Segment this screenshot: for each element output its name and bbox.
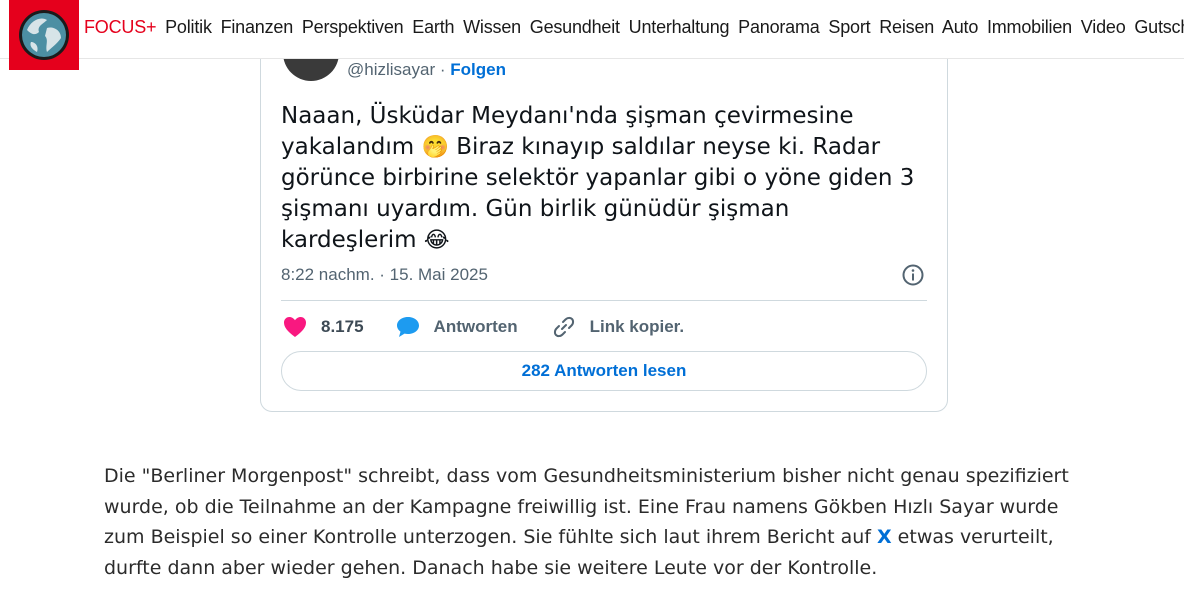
follow-link[interactable]: Folgen bbox=[450, 60, 506, 79]
info-icon[interactable] bbox=[901, 263, 925, 287]
nav-item-reisen[interactable]: Reisen bbox=[879, 17, 934, 37]
tweet-divider bbox=[281, 300, 927, 301]
copy-link-label: Link kopier. bbox=[589, 317, 685, 336]
reply-button[interactable]: Antworten bbox=[396, 316, 518, 338]
tweet-author-row: @hizlisayar · Folgen bbox=[347, 60, 506, 80]
nav-item-finanzen[interactable]: Finanzen bbox=[221, 17, 294, 37]
nav-item-gesundheit[interactable]: Gesundheit bbox=[530, 17, 620, 37]
nav-item-politik[interactable]: Politik bbox=[165, 17, 212, 37]
tweet-timestamp[interactable]: 8:22 nachm. · 15. Mai 2025 bbox=[281, 265, 488, 285]
nav-item-gutscheine[interactable]: Gutscheine bbox=[1134, 17, 1184, 37]
nav-item-focus-plus[interactable]: FOCUS+ bbox=[84, 17, 157, 37]
copy-link-button[interactable]: Link kopier. bbox=[552, 315, 684, 339]
tweet-text: Naaan, Üsküdar Meydanı'nda şişman çevirm… bbox=[281, 101, 921, 256]
heart-icon bbox=[284, 317, 306, 337]
focus-logo[interactable] bbox=[9, 0, 79, 70]
like-count: 8.175 bbox=[321, 317, 364, 336]
link-icon bbox=[553, 316, 574, 338]
article-paragraph: Die "Berliner Morgenpost" schreibt, dass… bbox=[104, 461, 1104, 583]
nav-item-sport[interactable]: Sport bbox=[828, 17, 870, 37]
tweet-handle[interactable]: @hizlisayar bbox=[347, 60, 435, 79]
embedded-tweet: @hizlisayar · Folgen Naaan, Üsküdar Meyd… bbox=[260, 20, 948, 412]
like-button[interactable]: 8.175 bbox=[283, 316, 364, 338]
top-navigation-bar: FOCUS+ Politik Finanzen Perspektiven Ear… bbox=[0, 0, 1184, 70]
nav-item-unterhaltung[interactable]: Unterhaltung bbox=[629, 17, 730, 37]
x-link[interactable]: X bbox=[877, 526, 892, 548]
globe-icon bbox=[19, 10, 69, 60]
reply-label: Antworten bbox=[433, 317, 518, 336]
speech-bubble-icon bbox=[396, 317, 419, 337]
tears-of-joy-emoji: 😂 bbox=[423, 228, 450, 253]
tweet-actions: 8.175 Antworten Link kopier. bbox=[283, 315, 684, 339]
nav-item-auto[interactable]: Auto bbox=[942, 17, 978, 37]
main-nav: FOCUS+ Politik Finanzen Perspektiven Ear… bbox=[84, 17, 1184, 38]
nav-item-immobilien[interactable]: Immobilien bbox=[987, 17, 1072, 37]
nav-item-video[interactable]: Video bbox=[1081, 17, 1126, 37]
nav-item-earth[interactable]: Earth bbox=[412, 17, 454, 37]
nav-item-perspektiven[interactable]: Perspektiven bbox=[302, 17, 404, 37]
nav-item-wissen[interactable]: Wissen bbox=[463, 17, 521, 37]
nav-item-panorama[interactable]: Panorama bbox=[738, 17, 820, 37]
read-replies-button[interactable]: 282 Antworten lesen bbox=[281, 351, 927, 391]
hand-over-mouth-emoji: 🤭 bbox=[421, 135, 449, 160]
separator-dot: · bbox=[439, 60, 446, 79]
